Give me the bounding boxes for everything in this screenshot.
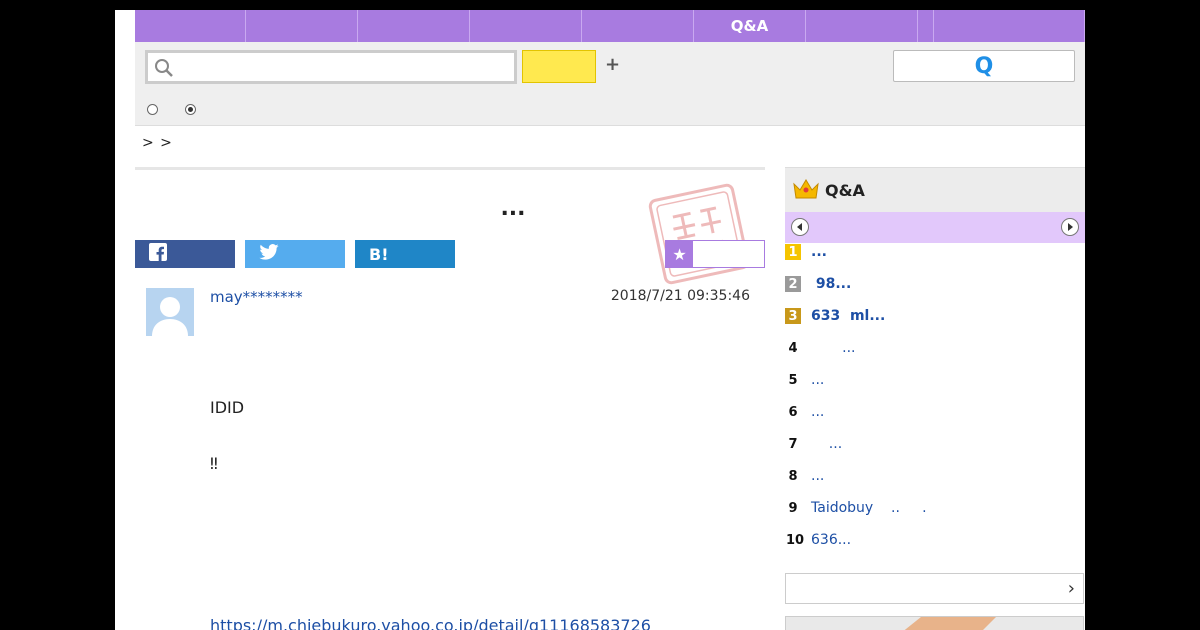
page: Q&A + Q > > ... B! ★ may******** 2018/7/… <box>115 10 1085 630</box>
rank-number: 1 <box>785 244 801 260</box>
rank-item-title[interactable]: 633 ml... <box>811 308 885 324</box>
rank-number: 3 <box>785 308 801 324</box>
hatena-share-button[interactable]: B! <box>355 240 455 268</box>
chevron-right-icon: › <box>1067 578 1075 599</box>
question-body-line: IDID <box>210 398 245 417</box>
rank-item-title[interactable]: ... <box>811 244 827 260</box>
ranking-item[interactable]: 10 636... <box>785 529 851 551</box>
ranking-more-button[interactable]: › <box>785 573 1084 604</box>
hatena-bookmark-label: B! <box>369 244 389 264</box>
nav-tab-7[interactable] <box>806 10 918 42</box>
rank-number: 5 <box>788 372 798 388</box>
ranking-nav <box>785 212 1085 243</box>
nav-tab-4[interactable] <box>470 10 582 42</box>
q-button[interactable]: Q <box>893 50 1075 82</box>
prev-arrow-icon[interactable] <box>791 218 809 236</box>
rank-number: 9 <box>788 500 798 516</box>
nav-tab-3[interactable] <box>358 10 470 42</box>
rank-item-title[interactable]: ... <box>811 372 824 388</box>
rank-item-title[interactable]: 98... <box>811 276 851 292</box>
rank-number: 8 <box>788 468 798 484</box>
favorite-button[interactable]: ★ <box>665 240 765 268</box>
radio-option-2[interactable] <box>185 104 196 115</box>
question-body-line: ‼ <box>210 454 218 473</box>
facebook-share-button[interactable] <box>135 240 235 268</box>
nav-tab-6[interactable]: Q&A <box>694 10 806 42</box>
rank-item-title[interactable]: Taidobuy .. . <box>811 500 927 516</box>
ranking-item[interactable]: 7 ... <box>785 433 842 455</box>
nav-tab-8[interactable] <box>918 10 934 42</box>
radio-option-1[interactable] <box>147 104 158 115</box>
search-button[interactable] <box>522 50 596 83</box>
rank-number: 4 <box>788 340 798 356</box>
question-username[interactable]: may******** <box>210 288 303 306</box>
rank-number: 10 <box>785 532 805 548</box>
top-nav: Q&A <box>135 10 1085 42</box>
breadcrumb: > > <box>142 135 173 151</box>
rank-number: 7 <box>788 436 798 452</box>
divider <box>135 167 765 170</box>
nav-tab-2[interactable] <box>246 10 358 42</box>
ranking-title: Q&A <box>825 181 865 200</box>
ranking-item[interactable]: 8... <box>785 465 824 487</box>
rank-number: 2 <box>785 276 801 292</box>
facebook-icon <box>149 243 167 265</box>
next-arrow-icon[interactable] <box>1061 218 1079 236</box>
twitter-share-button[interactable] <box>245 240 345 268</box>
ranking-item[interactable]: 2 98... <box>785 273 851 295</box>
rank-item-title[interactable]: ... <box>811 468 824 484</box>
rank-item-title[interactable]: ... <box>811 436 842 452</box>
star-icon: ★ <box>666 241 693 267</box>
question-title: ... <box>500 196 526 221</box>
rank-item-title[interactable]: 636... <box>811 532 851 548</box>
nav-tab-9[interactable] <box>934 10 1085 42</box>
ranking-item[interactable]: 9 Taidobuy .. . <box>785 497 927 519</box>
ranking-header: Q&A <box>785 167 1085 213</box>
question-timestamp: 2018/7/21 09:35:46 <box>610 288 750 304</box>
twitter-icon <box>259 244 279 264</box>
nav-tab-5[interactable] <box>582 10 694 42</box>
rank-item-title[interactable]: ... <box>811 340 855 356</box>
avatar <box>146 288 194 336</box>
search-icon <box>154 58 174 82</box>
crown-icon <box>793 178 819 204</box>
search-input[interactable] <box>145 50 517 84</box>
ranking-item[interactable]: 4 ... <box>785 337 855 359</box>
question-link[interactable]: https://m.chiebukuro.yahoo.co.jp/detail/… <box>210 616 651 630</box>
rank-number: 6 <box>788 404 798 420</box>
ranking-item[interactable]: 3 633 ml... <box>785 305 885 327</box>
solved-stamp-icon <box>647 182 751 286</box>
ranking-item[interactable]: 1... <box>785 241 827 263</box>
search-bar: + Q <box>135 42 1085 126</box>
rank-item-title[interactable]: ... <box>811 404 824 420</box>
ad-banner[interactable] <box>785 616 1084 630</box>
ranking-item[interactable]: 5... <box>785 369 824 391</box>
nav-tab-1[interactable] <box>135 10 246 42</box>
add-icon[interactable]: + <box>605 54 620 75</box>
ranking-item[interactable]: 6... <box>785 401 824 423</box>
